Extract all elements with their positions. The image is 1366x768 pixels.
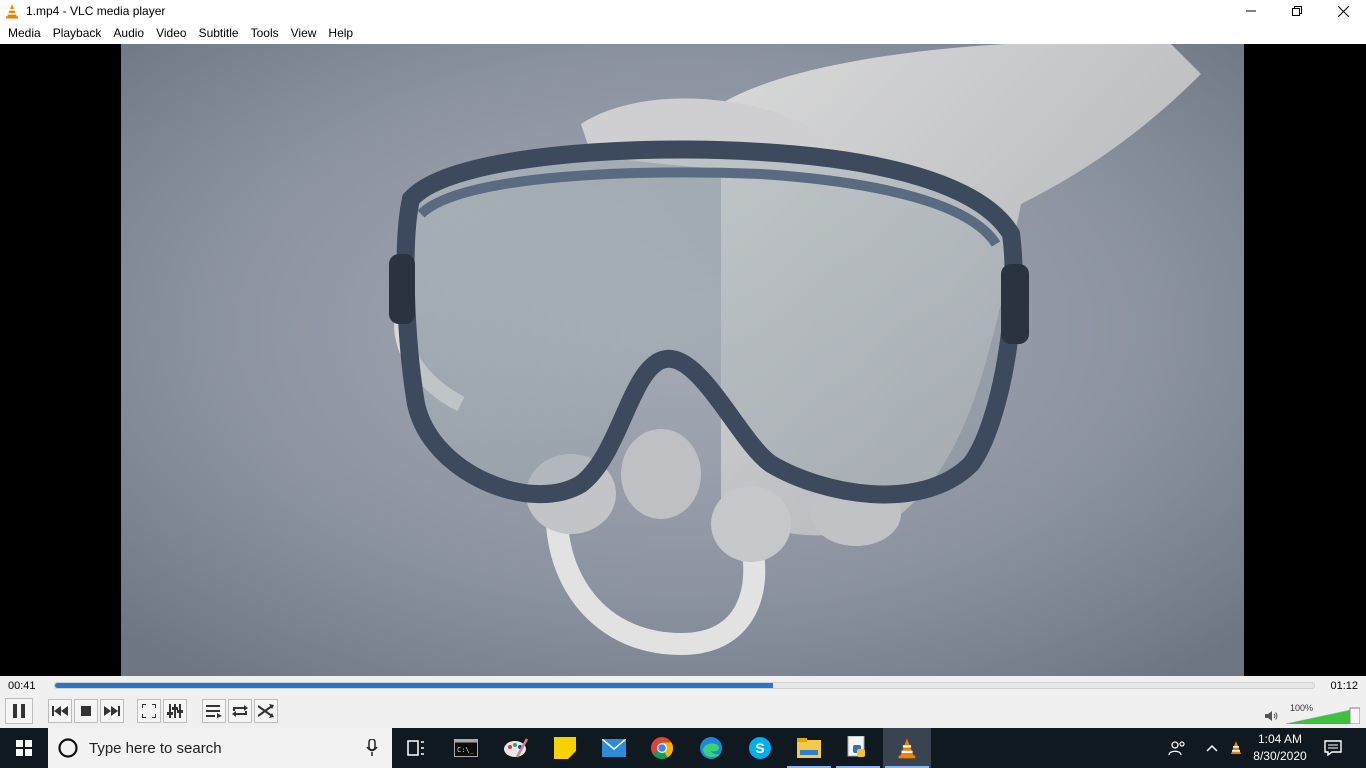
- taskbar-python[interactable]: [834, 728, 882, 768]
- playlist-icon: [206, 705, 222, 718]
- microphone-icon[interactable]: [366, 739, 378, 757]
- show-hidden-icons-button[interactable]: [1202, 728, 1222, 768]
- volume-slider[interactable]: [1286, 704, 1360, 724]
- menu-tools[interactable]: Tools: [245, 22, 285, 44]
- shuffle-icon: [258, 704, 274, 718]
- minimize-icon: [1246, 10, 1256, 12]
- menu-subtitle[interactable]: Subtitle: [193, 22, 245, 44]
- loop-button[interactable]: [228, 699, 252, 723]
- minimize-button[interactable]: [1228, 0, 1274, 22]
- tray-vlc[interactable]: [1226, 728, 1246, 768]
- start-button[interactable]: [0, 728, 48, 768]
- seek-row: 00:41 01:12: [0, 676, 1366, 696]
- title-bar: 1.mp4 - VLC media player: [0, 0, 1366, 22]
- menu-video[interactable]: Video: [150, 22, 192, 44]
- taskbar-file-explorer[interactable]: [785, 728, 833, 768]
- seek-slider[interactable]: [54, 682, 1315, 689]
- controls-bar: 100%: [0, 696, 1366, 728]
- pause-button[interactable]: [5, 698, 33, 724]
- people-button[interactable]: [1166, 728, 1188, 768]
- video-area[interactable]: [0, 44, 1366, 676]
- paint-icon: [504, 738, 529, 758]
- window-title: 1.mp4 - VLC media player: [26, 4, 166, 18]
- previous-icon: [52, 706, 68, 716]
- fullscreen-button[interactable]: [137, 699, 161, 723]
- windows-logo-icon: [16, 740, 32, 756]
- vlc-icon: [898, 738, 916, 759]
- speaker-icon[interactable]: [1265, 710, 1279, 722]
- edge-icon: [700, 737, 722, 759]
- taskbar-skype[interactable]: S: [736, 728, 784, 768]
- menu-media[interactable]: Media: [2, 22, 47, 44]
- menu-help[interactable]: Help: [322, 22, 359, 44]
- video-still-goggles: [121, 44, 1244, 676]
- taskbar-vlc[interactable]: [883, 728, 931, 768]
- close-icon: [1337, 5, 1349, 17]
- menu-playback[interactable]: Playback: [47, 22, 108, 44]
- system-clock[interactable]: 1:04 AM 8/30/2020: [1250, 731, 1310, 765]
- vlc-tray-icon: [1231, 741, 1241, 754]
- taskbar-mail[interactable]: [590, 728, 638, 768]
- chevron-up-icon: [1206, 744, 1218, 752]
- loop-icon: [232, 705, 248, 717]
- taskbar-sticky-notes[interactable]: [541, 728, 589, 768]
- taskbar-terminal[interactable]: C:\_: [442, 728, 490, 768]
- vlc-cone-icon: [6, 4, 18, 19]
- notification-icon: [1324, 740, 1342, 756]
- total-time[interactable]: 01:12: [1330, 680, 1358, 692]
- svg-text:C:\_: C:\_: [457, 746, 475, 754]
- next-icon: [104, 706, 120, 716]
- extended-settings-button[interactable]: [163, 699, 187, 723]
- menu-view[interactable]: View: [285, 22, 323, 44]
- shuffle-button[interactable]: [254, 699, 278, 723]
- video-frame[interactable]: [121, 44, 1244, 676]
- file-explorer-icon: [797, 738, 821, 758]
- python-icon: [847, 736, 865, 757]
- taskbar-chrome[interactable]: [638, 728, 686, 768]
- mail-icon: [602, 739, 626, 757]
- clock-date: 8/30/2020: [1253, 749, 1307, 763]
- stop-icon: [81, 706, 91, 716]
- elapsed-time[interactable]: 00:41: [8, 680, 36, 692]
- terminal-icon: C:\_: [454, 739, 478, 757]
- menu-bar: Media Playback Audio Video Subtitle Tool…: [0, 22, 1366, 44]
- people-icon: [1168, 741, 1185, 756]
- clock-time: 1:04 AM: [1257, 732, 1303, 746]
- stop-button[interactable]: [74, 699, 98, 723]
- sticky-notes-icon: [554, 737, 576, 759]
- search-placeholder: Type here to search: [89, 739, 222, 757]
- equalizer-icon: [167, 704, 183, 718]
- restore-button[interactable]: [1274, 0, 1320, 22]
- next-button[interactable]: [100, 699, 124, 723]
- previous-button[interactable]: [48, 699, 72, 723]
- svg-text:S: S: [755, 740, 764, 756]
- skype-icon: S: [749, 737, 771, 759]
- cortana-circle-icon: [58, 738, 78, 758]
- seek-progress-fill: [55, 683, 773, 688]
- fullscreen-icon: [142, 704, 156, 718]
- chrome-icon: [651, 737, 673, 759]
- pause-icon: [13, 704, 25, 718]
- task-view-button[interactable]: [392, 728, 440, 768]
- menu-audio[interactable]: Audio: [107, 22, 150, 44]
- playlist-button[interactable]: [202, 699, 226, 723]
- action-center-button[interactable]: [1318, 728, 1348, 768]
- restore-icon: [1292, 6, 1302, 16]
- task-view-icon: [407, 740, 424, 756]
- taskbar-search-box[interactable]: Type here to search: [48, 728, 392, 768]
- taskbar-edge[interactable]: [687, 728, 735, 768]
- taskbar-paint[interactable]: [492, 728, 540, 768]
- close-button[interactable]: [1320, 0, 1366, 22]
- windows-taskbar: Type here to search C:\_ S 1:04 AM 8/30/…: [0, 728, 1366, 768]
